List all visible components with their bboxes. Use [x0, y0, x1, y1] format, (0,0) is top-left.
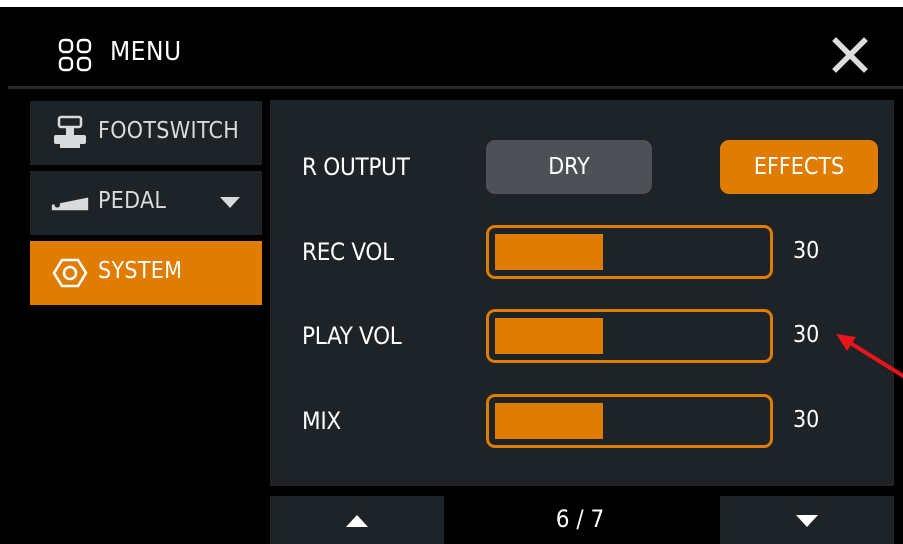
mix-value: 30 [793, 407, 820, 433]
play-vol-value: 30 [793, 322, 820, 348]
effects-button[interactable]: EFFECTS [720, 140, 878, 194]
sidebar-item-system[interactable]: SYSTEM [30, 241, 262, 305]
page-up-button[interactable] [270, 496, 444, 544]
page-indicator: 6 / 7 [555, 505, 605, 533]
slider-fill [495, 234, 603, 270]
triangle-down-icon [796, 515, 818, 527]
annotation-arrow-icon [836, 334, 903, 379]
rec-vol-slider[interactable] [486, 225, 773, 279]
hexagon-gear-icon [52, 258, 88, 288]
mix-label: MIX [302, 407, 341, 435]
mix-slider[interactable] [486, 394, 773, 448]
device-screen: MENU FOOTSWITCH PEDAL SYSTEM R OUTPUT DR… [0, 7, 903, 544]
header-divider [8, 86, 903, 89]
page-down-button[interactable] [720, 496, 894, 544]
close-icon[interactable] [828, 33, 872, 77]
slider-fill [495, 318, 603, 354]
slider-fill [495, 403, 603, 439]
sidebar-item-footswitch[interactable]: FOOTSWITCH [30, 101, 262, 165]
grid-icon[interactable] [58, 38, 92, 72]
device-frame: MENU FOOTSWITCH PEDAL SYSTEM R OUTPUT DR… [0, 0, 903, 544]
chevron-down-icon[interactable] [220, 197, 240, 208]
rec-vol-value: 30 [793, 238, 820, 264]
sidebar-item-label: PEDAL [98, 188, 167, 214]
sidebar-item-label: FOOTSWITCH [98, 118, 240, 144]
sidebar-item-pedal[interactable]: PEDAL [30, 171, 262, 235]
sidebar-item-label: SYSTEM [98, 258, 183, 284]
triangle-up-icon [346, 515, 368, 527]
play-vol-slider[interactable] [486, 309, 773, 363]
pedal-icon [51, 197, 89, 211]
dry-button[interactable]: DRY [486, 140, 652, 194]
menu-title: MENU [110, 37, 182, 67]
footswitch-icon [54, 115, 86, 148]
r-output-label: R OUTPUT [302, 153, 410, 181]
rec-vol-label: REC VOL [302, 238, 394, 266]
settings-panel: R OUTPUT DRY EFFECTS REC VOL 30 PLAY VOL… [270, 100, 894, 486]
play-vol-label: PLAY VOL [302, 322, 402, 350]
